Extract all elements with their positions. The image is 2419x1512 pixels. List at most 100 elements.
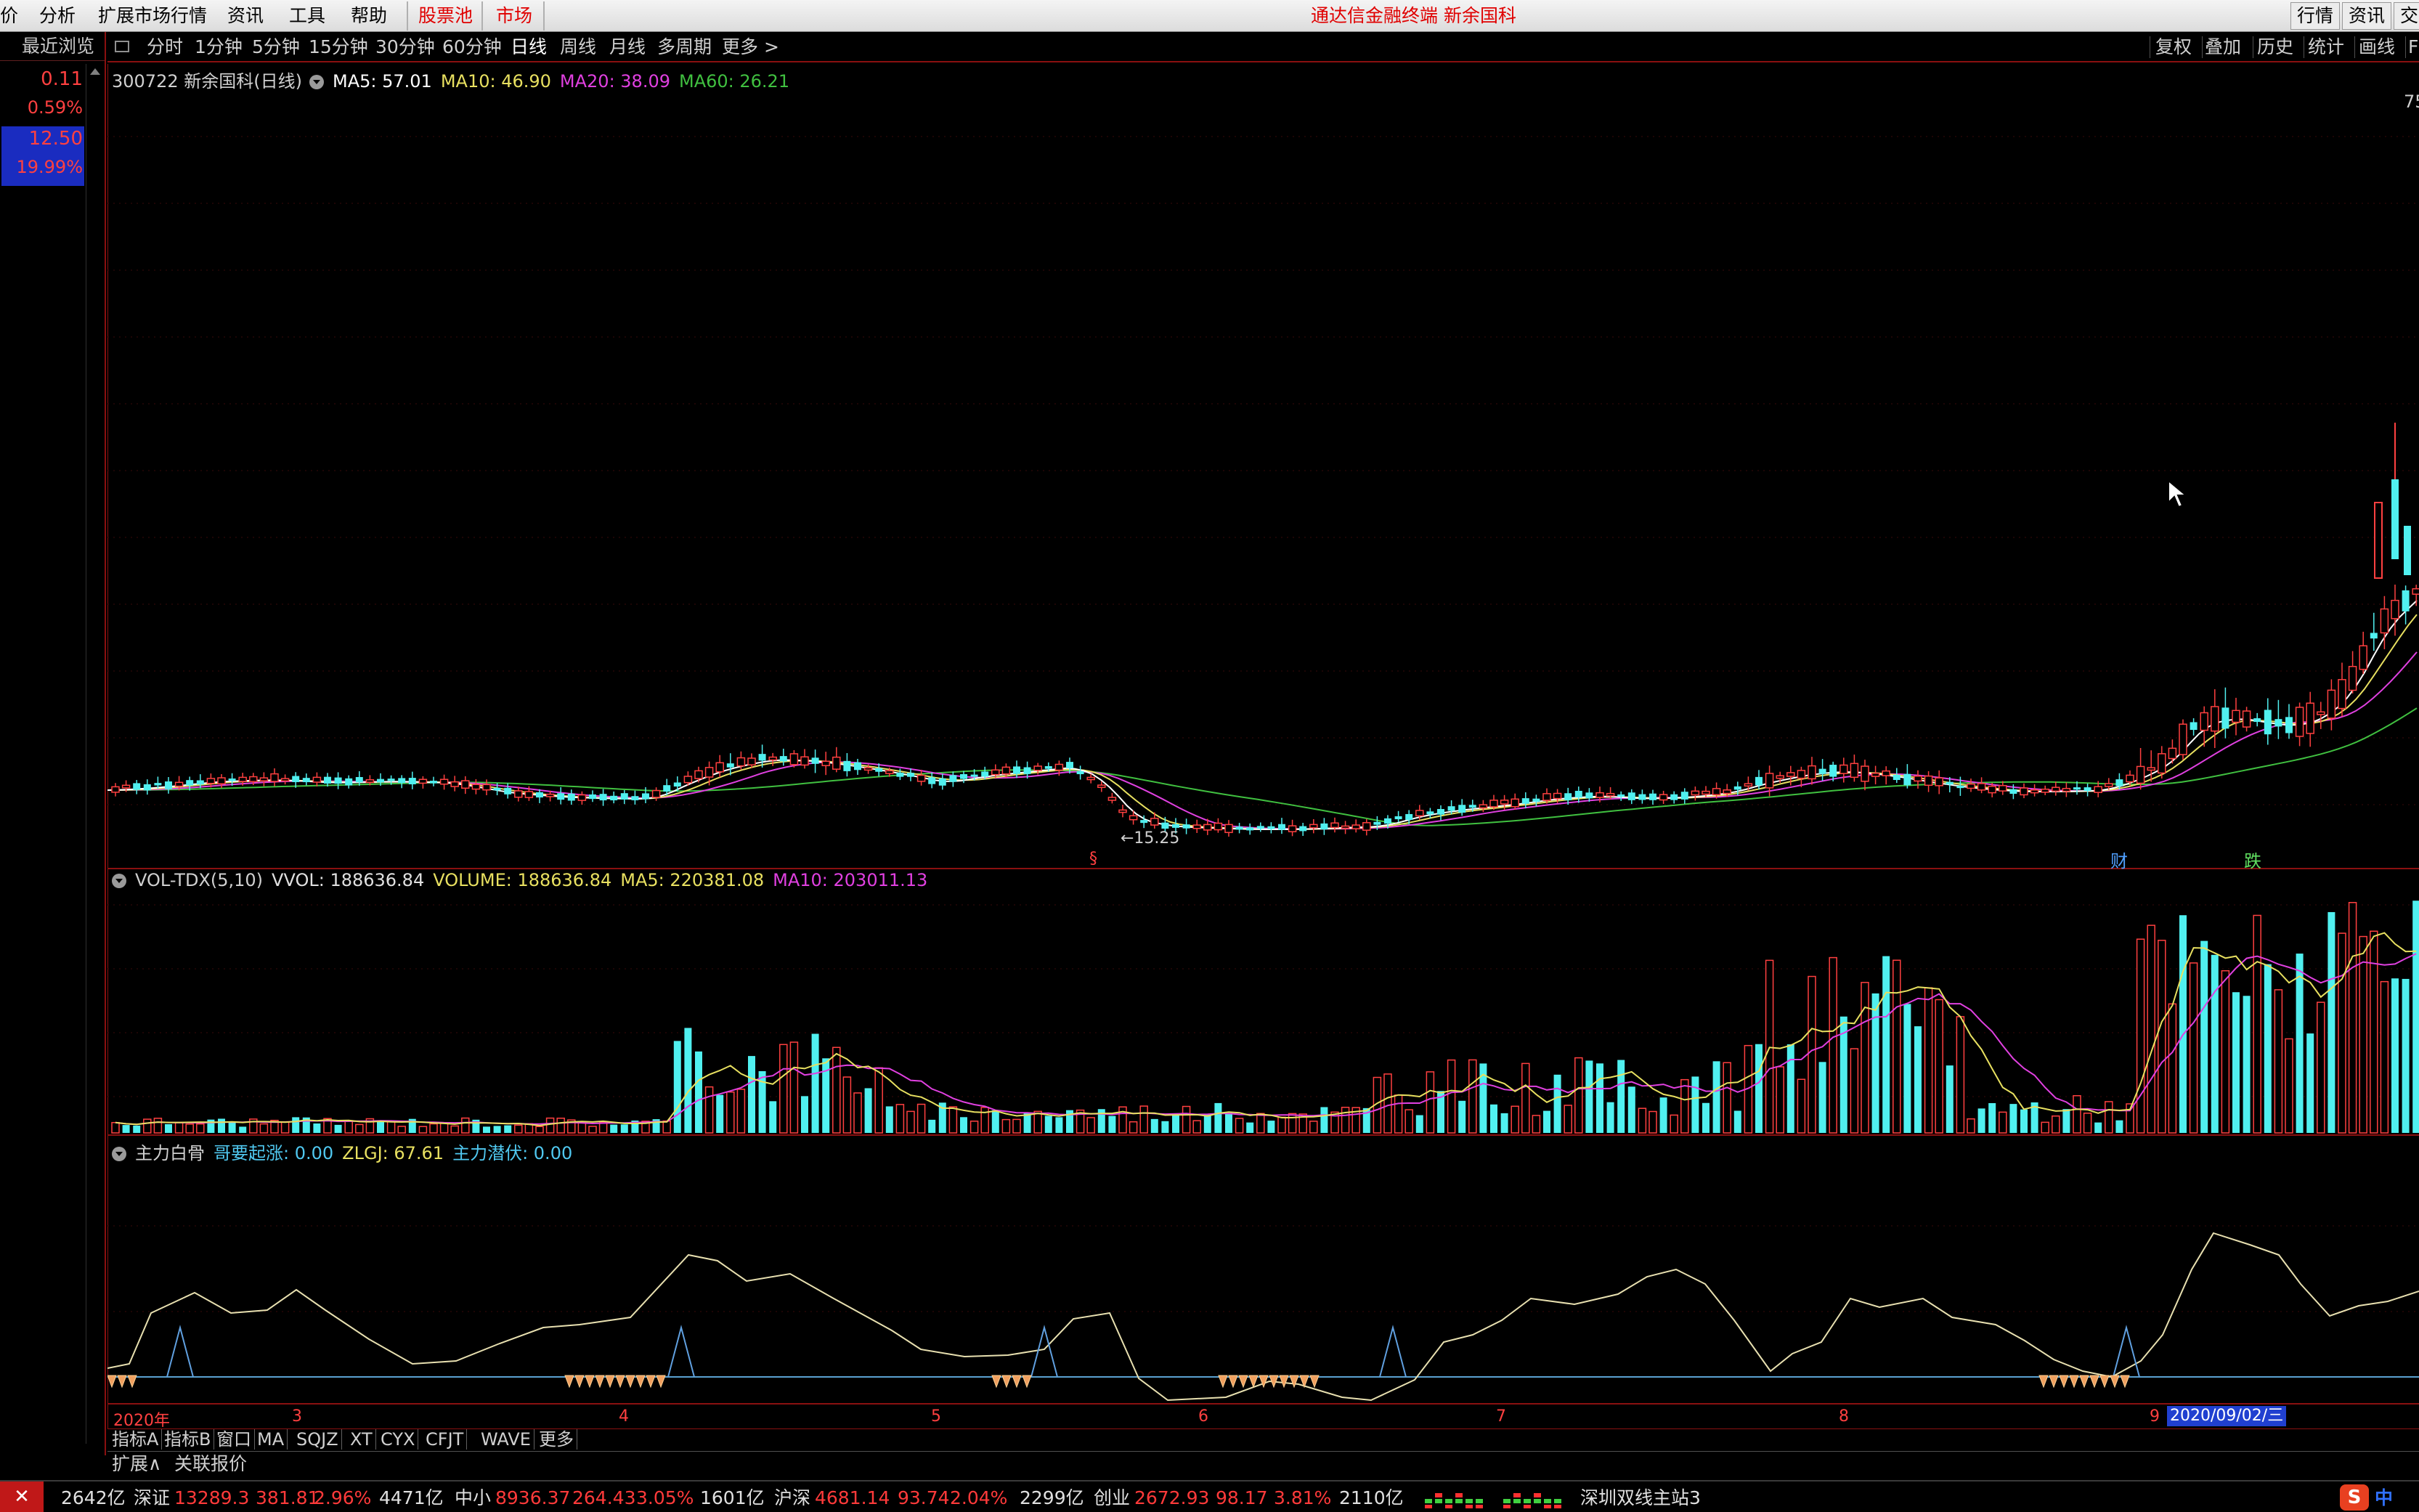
volume-bar-down [716,1094,724,1133]
f-button[interactable]: F [2408,35,2418,60]
rise-signal-spike [1379,1325,1407,1378]
drawing-button[interactable]: 画线 [2359,35,2395,60]
candle-up [1967,783,1975,789]
volume-bar-down [1267,1121,1275,1133]
volume-bar-down [2179,915,2187,1133]
index-change-hs300: 93.74 [898,1487,950,1508]
collapse-dot-icon[interactable] [309,75,324,89]
index-name-hs300[interactable]: 沪深 [774,1486,810,1511]
tab-more[interactable]: 更多 [536,1429,577,1450]
tab-cfjt[interactable]: CFJT [423,1429,468,1450]
tab-period-15min[interactable]: 15分钟 [309,35,368,60]
tab-period-timeshare[interactable]: 分时 [147,35,183,60]
volume-bar-up [1394,1094,1403,1134]
volume-bar-up [1309,1121,1318,1134]
volume-bar-down [1691,1076,1699,1133]
menu-item-price[interactable]: 价 [0,2,18,30]
menu-item-news[interactable]: 资讯 [227,2,264,30]
index-name-smb[interactable]: 中小 [455,1486,491,1511]
volume-bar-down [1172,1114,1179,1133]
event-marker-left[interactable]: § [1089,850,1097,868]
history-button[interactable]: 历史 [2257,35,2293,60]
volume-bar-down [122,1125,130,1133]
menu-item-stock-pool[interactable]: 股票池 [418,2,473,30]
collapse-dot-icon[interactable] [112,1147,126,1161]
candle-down [1458,805,1466,813]
ime-mode[interactable]: 中 [2375,1486,2393,1511]
menu-item-extended-market[interactable]: 扩展市场行情 [98,2,207,30]
candle-up [1415,810,1424,817]
tab-period-multi[interactable]: 多周期 [657,35,712,60]
adjust-rights-button[interactable]: 复权 [2155,35,2192,60]
candle-up [259,777,269,781]
kline-chart-svg[interactable] [107,64,2419,1444]
candle-up [577,794,587,801]
tab-period-30min[interactable]: 30分钟 [375,35,435,60]
tab-period-monthly[interactable]: 月线 [609,35,646,60]
related-quotes-button[interactable]: 关联报价 [174,1453,247,1475]
event-marker-fall[interactable]: 跌 [2244,847,2261,872]
tab-wave[interactable]: WAVE [478,1429,534,1450]
scroll-up-icon[interactable] [90,68,100,75]
chart-area[interactable]: 300722 新余国科(日线) MA5: 57.01 MA10: 46.90 MA20… [107,64,2419,1444]
tab-sqjz[interactable]: SQJZ [293,1429,342,1450]
volume-bar-down [2306,1033,2314,1133]
index-name-chinext[interactable]: 创业 [1094,1486,1130,1511]
volume-bar-down [2232,992,2240,1133]
volume-bar-down [1246,1122,1254,1133]
candle-down [589,794,596,800]
tab-period-1min[interactable]: 1分钟 [195,35,243,60]
statistics-button[interactable]: 统计 [2308,35,2344,60]
volume-bar-up [1288,1113,1297,1134]
candle-down [1755,776,1763,786]
candle-down [726,763,734,768]
volume-bar-down [1659,1097,1667,1133]
sogou-ime-icon[interactable]: S [2340,1484,2369,1511]
volume-bar-down [2296,954,2304,1133]
tab-window[interactable]: 窗口 [214,1429,255,1450]
tab-xt[interactable]: XT [347,1429,376,1450]
candle-up [2200,712,2208,731]
date-label-jul: 7 [1496,1407,1506,1426]
toggle-panel-icon[interactable] [115,41,129,52]
recent-browse-header[interactable]: 最近浏览 [0,32,105,61]
candle-down [228,778,236,781]
status-close-icon[interactable]: ✕ [0,1481,44,1512]
recent-browse-panel: 最近浏览 0.11 0.59% 12.50 19.99% [0,32,106,1455]
index-name-shenzhen[interactable]: 深证 [134,1486,170,1511]
overlay-button[interactable]: 叠加 [2205,35,2241,60]
candle-up [1107,797,1117,801]
quotes-button[interactable]: 行情 [2290,2,2341,30]
menu-item-tools[interactable]: 工具 [289,2,325,30]
left-panel-scrollbar[interactable] [86,64,103,1444]
tab-period-weekly[interactable]: 周线 [560,35,596,60]
indicator-name[interactable]: 主力白骨 [135,1143,205,1163]
tab-period-more[interactable]: 更多 > [722,35,779,60]
tab-indicator-b[interactable]: 指标B [161,1429,215,1450]
menu-item-market[interactable]: 市场 [496,2,532,30]
price-axis-label: 75 [2404,92,2419,112]
candle-down [1023,767,1031,774]
tab-cyx[interactable]: CYX [378,1429,419,1450]
event-marker-finance[interactable]: 财 [2110,847,2128,872]
rise-signal-spike [667,1325,695,1378]
tab-period-5min[interactable]: 5分钟 [252,35,300,60]
volume-bar-up [598,1121,608,1134]
news-button[interactable]: 资讯 [2342,2,2392,30]
server-name[interactable]: 深圳双线主站3 [1580,1486,1701,1511]
candle-down [2285,717,2293,733]
candle-down [292,776,300,783]
volume-bar-down [1214,1102,1222,1133]
tab-ma[interactable]: MA [254,1429,288,1450]
collapse-dot-icon[interactable] [112,874,126,888]
menu-item-analysis[interactable]: 分析 [39,2,76,30]
toolbar-separator [2405,36,2406,58]
tab-period-60min[interactable]: 60分钟 [442,35,502,60]
menu-item-help[interactable]: 帮助 [351,2,387,30]
vol-indicator-name[interactable]: VOL-TDX(5,10) [135,870,263,890]
expand-button[interactable]: 扩展∧ [112,1453,161,1475]
tab-indicator-a[interactable]: 指标A [109,1429,163,1450]
trade-button[interactable]: 交 [2394,2,2419,30]
tab-period-daily[interactable]: 日线 [511,35,547,60]
candle-down [875,768,883,772]
